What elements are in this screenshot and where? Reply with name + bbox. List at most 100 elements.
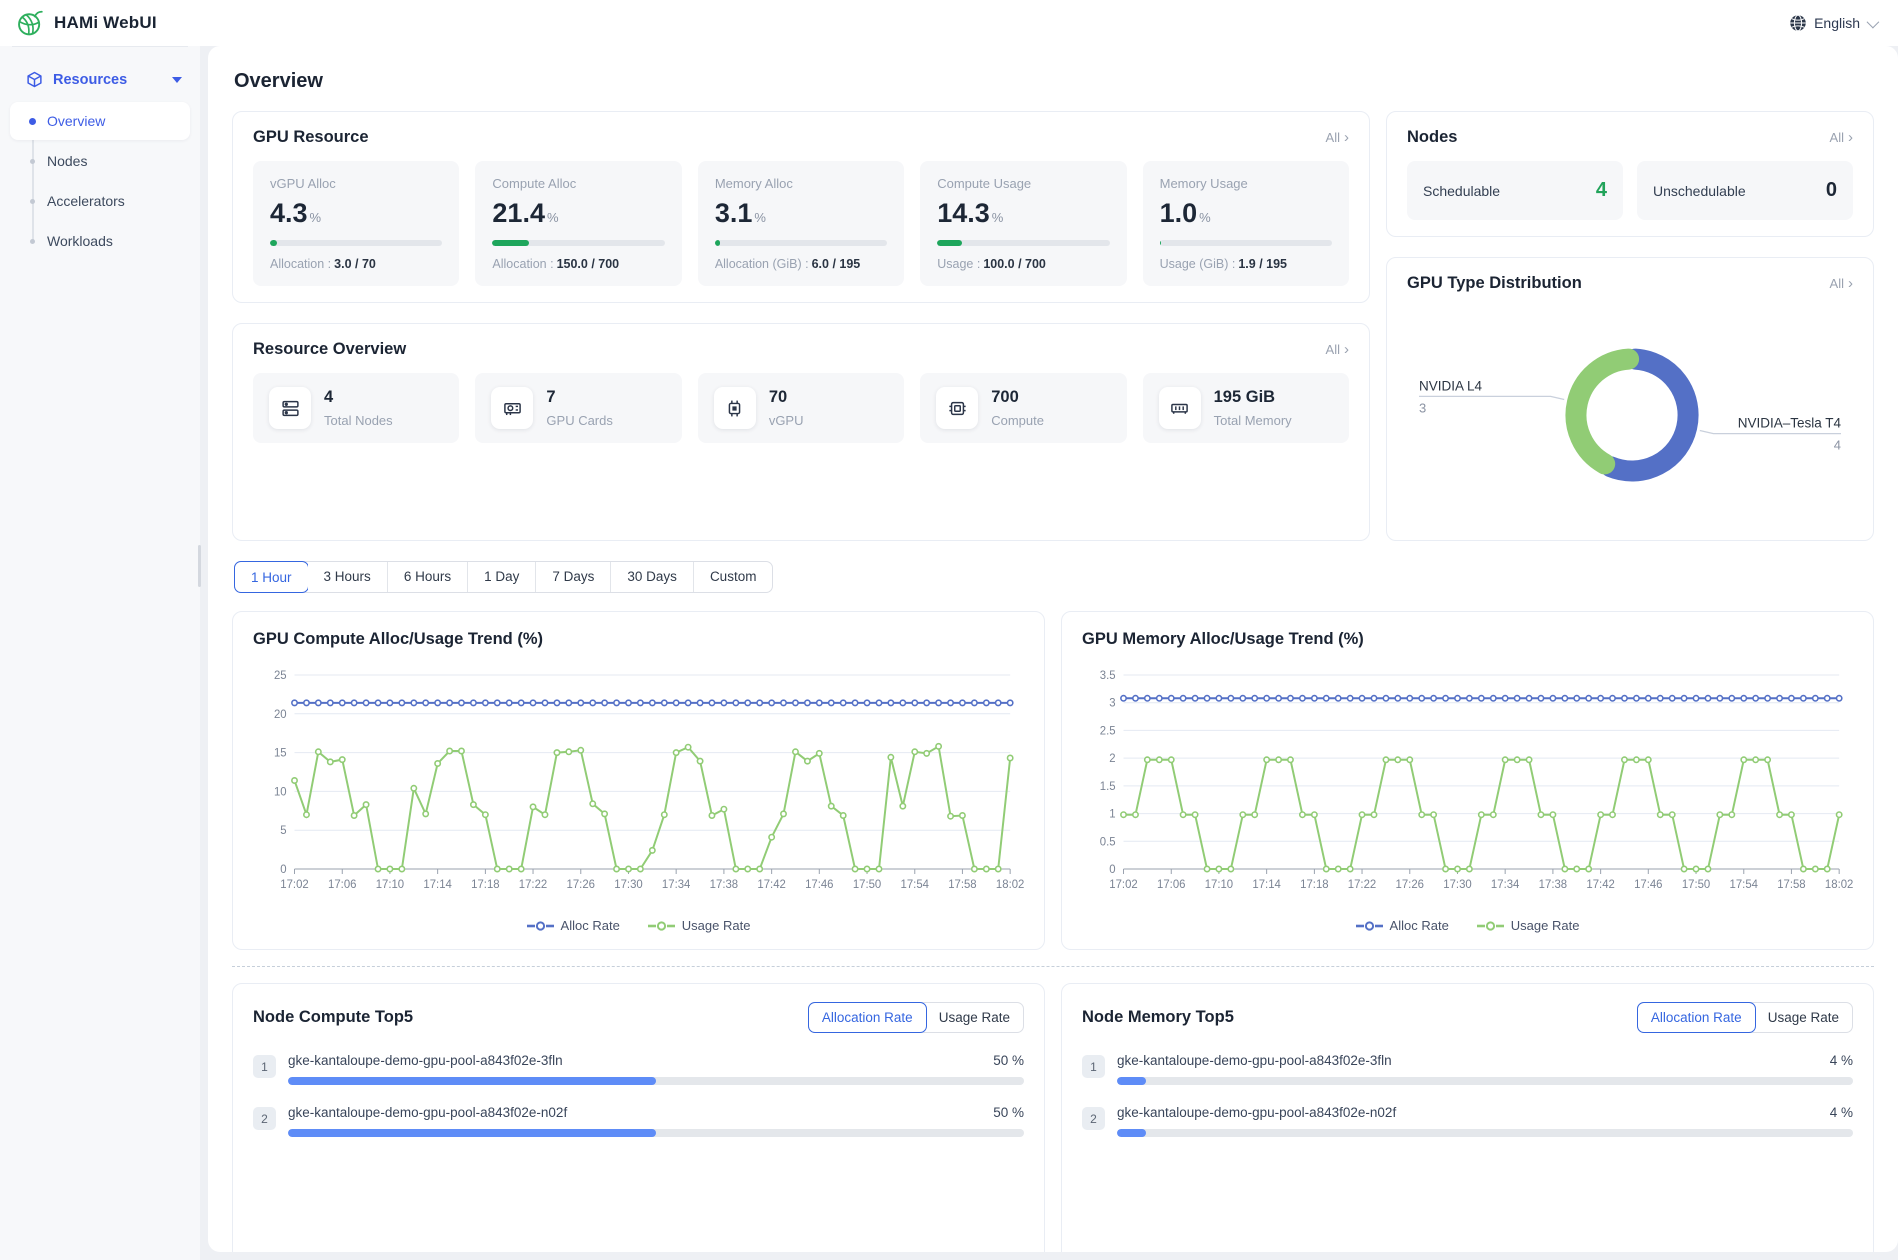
nodes-all-link[interactable]: All › (1830, 130, 1853, 145)
progress-track (288, 1129, 1024, 1137)
sidebar-collapse-handle[interactable] (198, 545, 201, 587)
gpu-resource-all-link[interactable]: All › (1326, 130, 1349, 145)
globe-icon (1789, 14, 1807, 32)
chevron-right-icon: › (1344, 130, 1349, 145)
tab-1-hour[interactable]: 1 Hour (234, 561, 309, 593)
sidebar-section-label: Resources (53, 72, 162, 88)
allocation-rate-toggle[interactable]: Allocation Rate (808, 1002, 927, 1033)
dashed-divider (232, 966, 1874, 967)
sidebar-item-label: Workloads (47, 233, 113, 249)
gpu-resource-stats: vGPU Alloc 4.3% Allocation :3.0 / 70 Com… (253, 161, 1349, 286)
top-bar: HAMi WebUI English (0, 0, 1898, 46)
svg-text:0.5: 0.5 (1100, 836, 1116, 848)
tab-7-days[interactable]: 7 Days (536, 562, 611, 592)
svg-text:17:54: 17:54 (901, 879, 930, 891)
card-title: GPU Resource (253, 128, 369, 147)
all-label: All (1326, 342, 1340, 357)
tab-6-hours[interactable]: 6 Hours (388, 562, 468, 592)
sidebar-section-resources[interactable]: Resources (0, 61, 200, 98)
svg-text:17:58: 17:58 (1777, 879, 1805, 891)
sidebar-item-accelerators[interactable]: Accelerators (10, 182, 190, 220)
svg-text:1: 1 (1109, 809, 1115, 821)
overview-tile-total-nodes: 4 Total Nodes (253, 373, 459, 443)
gpu-memory-trend-card: GPU Memory Alloc/Usage Trend (%) 00.511.… (1061, 611, 1874, 950)
sidebar-item-workloads[interactable]: Workloads (10, 222, 190, 260)
overview-label: vGPU (769, 413, 804, 428)
tab-1-day[interactable]: 1 Day (468, 562, 536, 592)
svg-text:0: 0 (1109, 864, 1115, 876)
legend-item[interactable]: Alloc Rate (527, 918, 620, 933)
progress-fill (288, 1077, 656, 1085)
legend-item[interactable]: Alloc Rate (1356, 918, 1449, 933)
stat-value: 3.1% (715, 200, 887, 227)
donut-value: 4 (1834, 438, 1841, 453)
rank-badge: 2 (1082, 1107, 1105, 1130)
donut-label: NVIDIA L4 (1419, 378, 1483, 393)
stat-value: 4.3% (270, 200, 442, 227)
language-selector[interactable]: English (1789, 14, 1876, 32)
main-panel: Overview GPU Resource All › vGPU Alloc 4… (208, 46, 1898, 1252)
stat-label: Memory Usage (1160, 176, 1332, 191)
svg-text:1.5: 1.5 (1100, 781, 1116, 793)
unschedulable-value: 0 (1826, 179, 1837, 202)
gpu-compute-trend-card: GPU Compute Alloc/Usage Trend (%) 051015… (232, 611, 1045, 950)
total-memory-icon (1159, 387, 1201, 429)
overview-tile-compute: 700 Compute (920, 373, 1126, 443)
legend-item[interactable]: Usage Rate (648, 918, 751, 933)
svg-text:17:50: 17:50 (853, 879, 881, 891)
svg-text:17:18: 17:18 (471, 879, 499, 891)
allocation-rate-toggle[interactable]: Allocation Rate (1637, 1002, 1756, 1033)
tab-3-hours[interactable]: 3 Hours (308, 562, 388, 592)
rank-badge: 1 (253, 1055, 276, 1078)
svg-text:3: 3 (1109, 698, 1115, 710)
tab-30-days[interactable]: 30 Days (611, 562, 694, 592)
chart-legend: Alloc Rate Usage Rate (253, 912, 1024, 939)
resource-overview-all-link[interactable]: All › (1326, 342, 1349, 357)
stat-label: vGPU Alloc (270, 176, 442, 191)
tab-custom[interactable]: Custom (694, 562, 773, 592)
stat-detail: Allocation :150.0 / 700 (492, 257, 664, 271)
donut-value: 3 (1419, 400, 1426, 415)
svg-text:17:14: 17:14 (423, 879, 452, 891)
sidebar-item-overview[interactable]: Overview (10, 102, 190, 140)
overview-label: GPU Cards (546, 413, 612, 428)
svg-text:17:50: 17:50 (1682, 879, 1710, 891)
usage-rate-toggle[interactable]: Usage Rate (926, 1003, 1023, 1032)
svg-text:17:30: 17:30 (614, 879, 642, 891)
brand: HAMi WebUI (16, 9, 157, 37)
stat-value: 14.3% (937, 200, 1109, 227)
gpu-memory-trend-chart: 00.511.522.533.517:0217:0617:1017:1417:1… (1082, 659, 1853, 907)
language-label: English (1814, 15, 1860, 31)
overview-tile-total-memory: 195 GiB Total Memory (1143, 373, 1349, 443)
usage-rate-toggle[interactable]: Usage Rate (1755, 1003, 1852, 1032)
progress-track (937, 240, 1109, 246)
all-label: All (1830, 130, 1844, 145)
svg-text:15: 15 (274, 748, 287, 760)
node-value: 50 % (993, 1053, 1024, 1068)
total-nodes-icon (269, 387, 311, 429)
donut-slice-0[interactable] (1611, 359, 1688, 471)
top5-row: 2 gke-kantaloupe-demo-gpu-pool-a843f02e-… (253, 1105, 1024, 1137)
stat-compute-alloc: Compute Alloc 21.4% Allocation :150.0 / … (475, 161, 681, 286)
progress-track (1117, 1129, 1853, 1137)
progress-fill (270, 240, 277, 246)
svg-text:18:02: 18:02 (1825, 879, 1853, 891)
stat-detail: Usage (GiB) :1.9 / 195 (1160, 257, 1332, 271)
schedulable-label: Schedulable (1423, 183, 1500, 199)
svg-text:20: 20 (274, 709, 287, 721)
legend-item[interactable]: Usage Rate (1477, 918, 1580, 933)
sidebar: Resources Overview Nodes Accelerators Wo… (0, 46, 200, 1260)
sidebar-divider (12, 46, 188, 47)
donut-slice-1[interactable] (1576, 359, 1629, 464)
node-value: 50 % (993, 1105, 1024, 1120)
node-name: gke-kantaloupe-demo-gpu-pool-a843f02e-n0… (1117, 1105, 1396, 1120)
sidebar-item-nodes[interactable]: Nodes (10, 142, 190, 180)
svg-text:0: 0 (280, 864, 286, 876)
page-title: Overview (234, 70, 1874, 93)
gpu-type-all-link[interactable]: All › (1830, 276, 1853, 291)
unschedulable-tile: Unschedulable 0 (1637, 161, 1853, 220)
node-value: 4 % (1830, 1105, 1853, 1120)
svg-text:2: 2 (1109, 753, 1115, 765)
overview-value: 70 (769, 388, 804, 407)
node-value: 4 % (1830, 1053, 1853, 1068)
